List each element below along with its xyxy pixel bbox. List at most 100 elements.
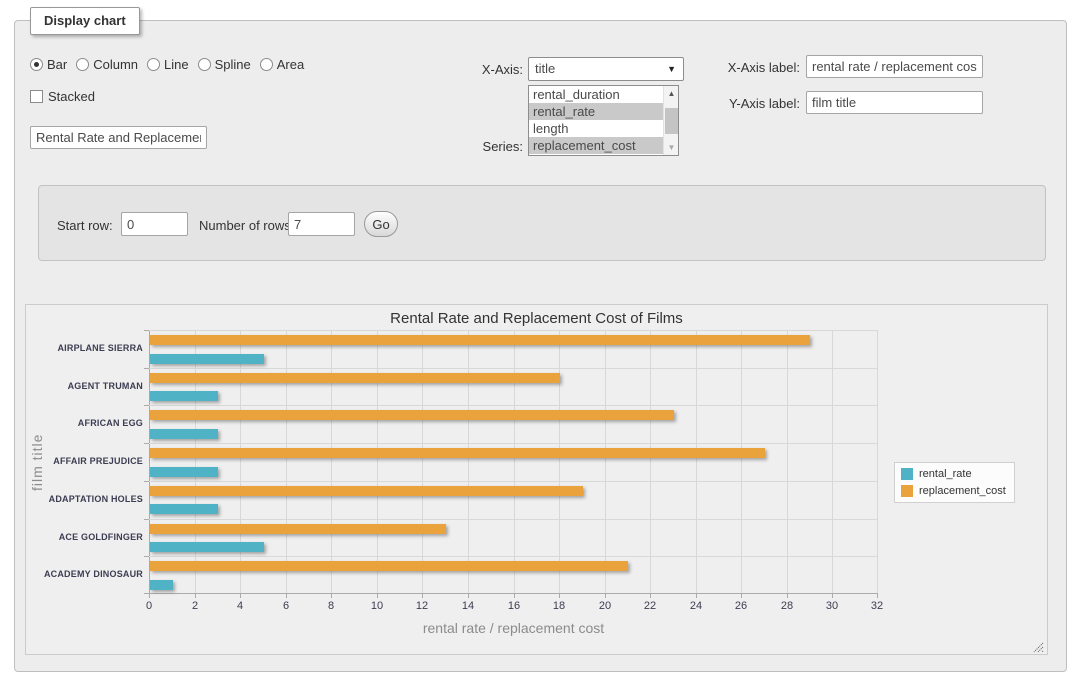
y-axis-tick [144,443,149,444]
series-multiselect[interactable]: rental_duration rental_rate length repla… [528,85,679,156]
y-axis-label-input[interactable] [806,91,983,114]
x-tick-label: 14 [451,600,485,612]
legend-swatch-icon [901,485,913,497]
bar-replacement_cost [150,561,628,571]
chart-resize-handle[interactable] [1033,640,1044,651]
y-axis-tick [144,481,149,482]
y-axis-tick [144,593,149,594]
number-of-rows-input[interactable] [288,212,355,236]
legend-label: replacement_cost [919,485,1006,497]
x-axis-tick [331,594,332,598]
bar-rental_rate [150,467,218,477]
x-tick-label: 6 [269,600,303,612]
x-axis-tick [286,594,287,598]
y-axis-tick [144,330,149,331]
category-label: ACADEMY DINOSAUR [23,569,143,579]
go-button[interactable]: Go [364,211,398,237]
scroll-down-icon[interactable]: ▼ [665,141,678,154]
x-tick-label: 24 [679,600,713,612]
chart-legend: rental_rate replacement_cost [894,462,1015,503]
series-select-label: Series: [425,139,523,154]
y-axis-tick [144,405,149,406]
fieldset-legend: Display chart [30,7,140,35]
radio-spline-label: Spline [215,57,251,72]
x-tick-label: 16 [497,600,531,612]
number-of-rows-label: Number of rows: [199,218,299,233]
category-label: AGENT TRUMAN [23,381,143,391]
gridline [149,368,878,369]
x-axis-tick [559,594,560,598]
chart-title-input[interactable] [30,126,207,149]
legend-item-replacement_cost: replacement_cost [901,485,1006,497]
radio-option-line[interactable]: Line [147,57,189,72]
bar-replacement_cost [150,524,446,534]
x-tick-label: 0 [132,600,166,612]
display-chart-page: Display chart Bar Column Line Spline Are… [0,0,1081,681]
category-label: ACE GOLDFINGER [23,532,143,542]
x-axis-tick [832,594,833,598]
chart-panel: Rental Rate and Replacement Cost of Film… [25,304,1048,655]
stacked-checkbox[interactable] [30,90,43,103]
x-axis-tick [149,594,150,598]
x-tick-label: 22 [633,600,667,612]
x-axis-tick [696,594,697,598]
radio-area-button[interactable] [260,58,273,71]
resize-grip-icon [1033,642,1044,653]
x-tick-label: 26 [724,600,758,612]
gridline [149,519,878,520]
radio-line-label: Line [164,57,189,72]
radio-option-column[interactable]: Column [76,57,138,72]
series-option-length[interactable]: length [529,120,663,137]
x-tick-label: 10 [360,600,394,612]
gridline [240,330,241,594]
radio-column-button[interactable] [76,58,89,71]
radio-line-button[interactable] [147,58,160,71]
bar-replacement_cost [150,335,810,345]
gridline [149,481,878,482]
start-row-label: Start row: [57,218,119,233]
bar-replacement_cost [150,448,765,458]
gridline [696,330,697,594]
legend-item-rental_rate: rental_rate [901,468,1006,480]
gridline [514,330,515,594]
x-tick-label: 28 [770,600,804,612]
radio-option-bar[interactable]: Bar [30,57,67,72]
x-tick-label: 12 [405,600,439,612]
x-axis-tick [422,594,423,598]
start-row-input[interactable] [121,212,188,236]
x-axis-label-input[interactable] [806,55,983,78]
x-axis-select-label: X-Axis: [425,62,523,77]
stacked-label: Stacked [48,89,95,104]
series-option-rental-rate[interactable]: rental_rate [529,103,663,120]
x-tick-label: 8 [314,600,348,612]
x-axis-select[interactable]: title ▼ [528,57,684,81]
series-option-rental-duration[interactable]: rental_duration [529,86,663,103]
gridline [331,330,332,594]
category-label: ADAPTATION HOLES [23,494,143,504]
bar-rental_rate [150,391,218,401]
bar-replacement_cost [150,373,560,383]
gridline [149,405,878,406]
x-tick-label: 18 [542,600,576,612]
gridline [422,330,423,594]
radio-area-label: Area [277,57,304,72]
x-axis-title: rental rate / replacement cost [149,620,878,636]
gridline [286,330,287,594]
stacked-option[interactable]: Stacked [30,89,95,104]
radio-spline-button[interactable] [198,58,211,71]
series-list-scrollbar[interactable]: ▲ ▼ [663,86,678,155]
scrollbar-thumb[interactable] [665,108,678,134]
radio-option-spline[interactable]: Spline [198,57,251,72]
x-tick-label: 4 [223,600,257,612]
scroll-up-icon[interactable]: ▲ [665,87,678,100]
y-axis-label-caption: Y-Axis label: [700,96,800,111]
category-label: AIRPLANE SIERRA [23,343,143,353]
x-axis-label-caption: X-Axis label: [700,60,800,75]
x-tick-label: 2 [178,600,212,612]
radio-bar-button[interactable] [30,58,43,71]
series-option-replacement-cost[interactable]: replacement_cost [529,137,663,154]
radio-option-area[interactable]: Area [260,57,304,72]
chart-type-radio-group: Bar Column Line Spline Area [30,57,313,72]
x-axis-tick [240,594,241,598]
radio-column-label: Column [93,57,138,72]
